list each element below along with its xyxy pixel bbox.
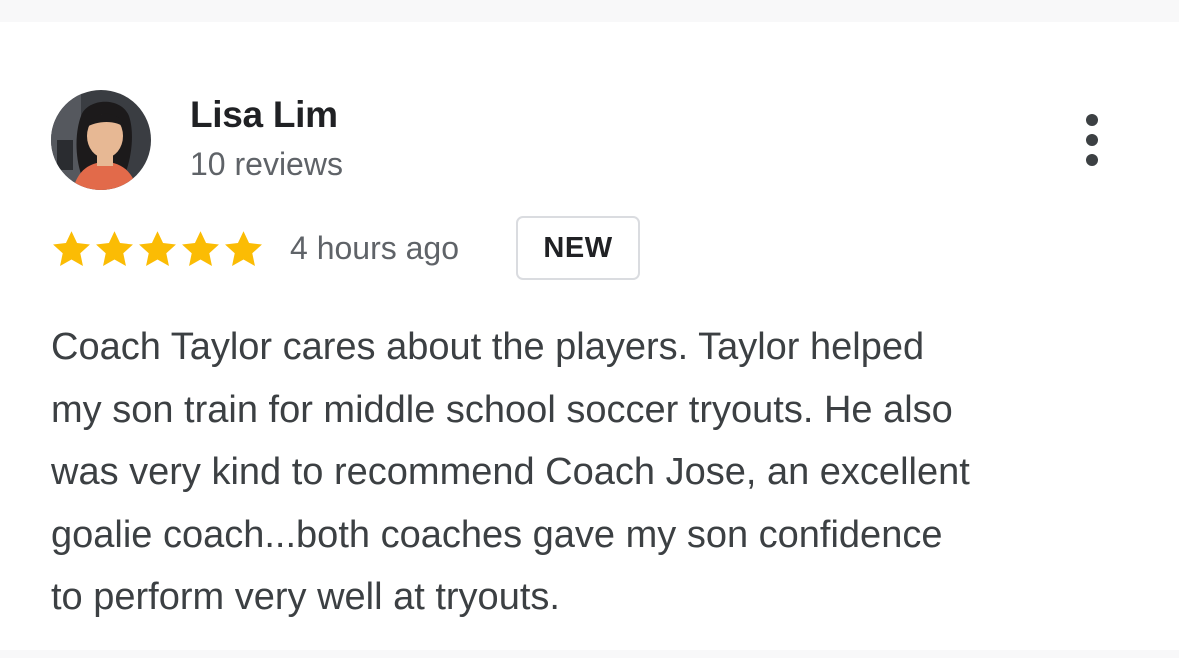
star-icon <box>139 231 176 266</box>
avatar-photo <box>51 90 151 190</box>
review-text-line: to perform very well at tryouts. <box>51 576 560 618</box>
review-text-line: goalie coach...both coaches gave my son … <box>51 513 943 556</box>
review-text-line: Coach Taylor cares about the players. Ta… <box>51 326 925 368</box>
more-vert-icon-dot <box>1086 154 1098 166</box>
star-rating <box>50 228 265 272</box>
new-badge: NEW <box>516 216 640 280</box>
more-options-button[interactable] <box>1072 110 1112 170</box>
review-text-line: my son train for middle school soccer tr… <box>51 388 953 431</box>
star-icon <box>225 231 262 266</box>
more-vert-icon <box>1086 114 1098 126</box>
star-icon <box>96 231 133 266</box>
author-name[interactable]: Lisa Lim <box>190 94 338 136</box>
review-time: 4 hours ago <box>290 230 460 266</box>
review-card: Lisa Lim 10 reviews 4 hours ago NEW Coac… <box>0 22 1179 650</box>
author-review-count: 10 reviews <box>190 146 343 182</box>
review-text: Coach Taylor cares about the players. Ta… <box>51 316 1151 629</box>
review-text-line: was very kind to recommend Coach Jose, a… <box>51 451 970 493</box>
star-icon <box>53 231 90 266</box>
more-vert-icon-dot <box>1086 134 1098 146</box>
star-icon <box>182 231 219 266</box>
author-avatar[interactable] <box>51 90 151 190</box>
